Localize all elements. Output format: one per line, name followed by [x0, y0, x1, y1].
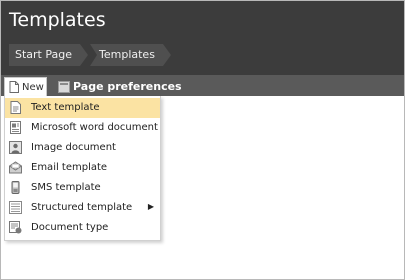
menu-item-document-type[interactable]: Document type — [5, 218, 160, 238]
breadcrumb-start-page[interactable]: Start Page — [9, 44, 88, 66]
sms-template-icon — [9, 181, 22, 194]
email-template-icon — [9, 161, 22, 174]
image-document-icon — [9, 141, 22, 154]
app-window: Templates Start Page Templates New Page … — [0, 0, 405, 280]
new-button-label: New — [22, 82, 44, 93]
menu-item-label: Email template — [31, 162, 108, 173]
page-title: Templates — [9, 9, 106, 31]
menu-item-sms-template[interactable]: SMS template — [5, 178, 160, 198]
menu-item-text-template[interactable]: Text template — [5, 98, 160, 118]
menu-item-image-document[interactable]: Image document — [5, 138, 160, 158]
menu-item-label: SMS template — [31, 182, 101, 193]
page-header: Templates Start Page Templates — [1, 1, 404, 75]
menu-item-structured-template[interactable]: Structured template ▶ — [5, 198, 160, 218]
new-button[interactable]: New — [4, 77, 47, 97]
page-preferences-label: Page preferences — [73, 80, 182, 93]
menu-item-label: Image document — [31, 142, 116, 153]
text-template-icon — [9, 101, 22, 114]
submenu-arrow-icon: ▶ — [147, 202, 154, 211]
breadcrumb: Start Page Templates — [9, 44, 173, 66]
new-document-icon — [9, 81, 19, 96]
menu-item-label: Text template — [31, 102, 100, 113]
structured-template-icon — [9, 201, 22, 214]
menu-item-word-document[interactable]: Microsoft word document — [5, 118, 160, 138]
breadcrumb-templates[interactable]: Templates — [90, 44, 171, 66]
new-dropdown-menu: Text template Microsoft word document Im… — [4, 96, 161, 241]
menu-item-email-template[interactable]: Email template — [5, 158, 160, 178]
word-document-icon — [9, 121, 22, 134]
page-preferences-icon — [58, 81, 70, 96]
document-type-icon — [9, 221, 22, 234]
menu-item-label: Document type — [31, 222, 109, 233]
menu-item-label: Microsoft word document — [31, 122, 158, 133]
menu-item-label: Structured template — [31, 202, 133, 213]
